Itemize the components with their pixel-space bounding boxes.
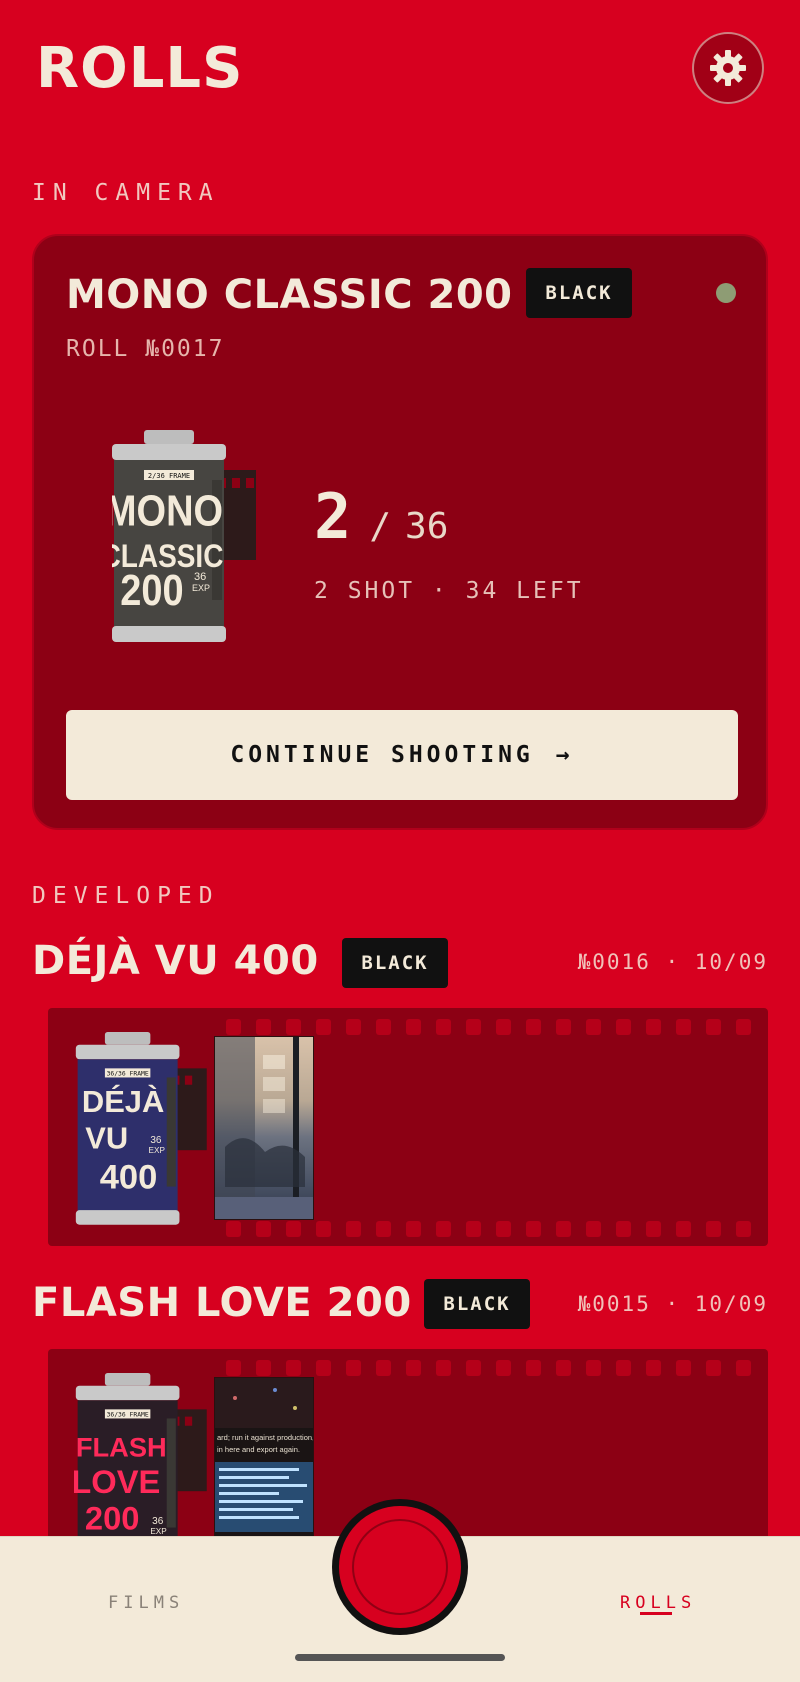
tab-rolls[interactable]: ROLLS xyxy=(620,1593,696,1613)
developed-roll-title[interactable]: DÉJÀ VU 400 xyxy=(32,938,319,984)
arrow-right-icon: → xyxy=(555,742,574,768)
shots-summary: 2 SHOT · 34 LEFT xyxy=(314,578,584,604)
page-title: ROLLS xyxy=(36,36,244,101)
canister-line-1: FLASH xyxy=(76,1432,167,1463)
film-type-badge: BLACK xyxy=(342,938,448,988)
thumb-text-2: in here and export again. xyxy=(217,1445,300,1454)
canister-line-3: 200 xyxy=(120,565,183,614)
film-name: MONO CLASSIC 200 xyxy=(66,272,513,318)
canister-exp-unit: EXP xyxy=(192,583,210,593)
canister-exp-count: 36 xyxy=(150,1135,162,1146)
photo-thumbnail[interactable]: ard; run it against production, in here … xyxy=(214,1377,314,1561)
film-type-badge: BLACK xyxy=(526,268,632,318)
home-indicator xyxy=(295,1654,505,1661)
in-camera-card: MONO CLASSIC 200 BLACK ROLL №0017 2/36 F… xyxy=(32,234,768,830)
canister-line-1: DÉJÀ xyxy=(82,1084,164,1119)
tab-films[interactable]: FILMS xyxy=(108,1593,184,1613)
status-dot xyxy=(716,283,736,303)
film-canister-icon: 2/36 FRAME MONO CLASSIC 200 36 EXP xyxy=(112,430,256,642)
film-strip[interactable]: 36/36 FRAME DÉJÀ VU 400 36 EXP xyxy=(48,1008,768,1246)
film-type-badge: BLACK xyxy=(424,1279,530,1329)
canister-exp-count: 36 xyxy=(152,1516,164,1527)
continue-shooting-label: CONTINUE SHOOTING xyxy=(230,742,534,768)
canister-frame-label: 36/36 FRAME xyxy=(107,1071,149,1078)
shot-counter: 2 / 36 xyxy=(314,480,448,553)
shutter-button[interactable] xyxy=(332,1499,468,1635)
photo-thumbnail-image: ard; run it against production, in here … xyxy=(215,1378,314,1532)
header: ROLLS xyxy=(0,0,800,150)
canister-line-3: 400 xyxy=(100,1158,158,1196)
developed-roll-meta: №0015 · 10/09 xyxy=(577,1292,768,1316)
counter-separator: / xyxy=(369,506,392,547)
settings-button[interactable] xyxy=(692,32,764,104)
gear-icon xyxy=(710,50,746,86)
shots-taken: 2 xyxy=(314,480,352,553)
photo-thumbnail[interactable] xyxy=(214,1036,314,1220)
photo-thumbnail-image xyxy=(215,1037,313,1219)
section-label-in-camera: IN CAMERA xyxy=(32,180,220,206)
shutter-ring xyxy=(352,1519,448,1615)
sprocket-row-bottom xyxy=(226,1221,756,1237)
section-label-developed: DEVELOPED xyxy=(32,883,220,909)
sprocket-row-top xyxy=(226,1360,756,1376)
continue-shooting-button[interactable]: CONTINUE SHOOTING → xyxy=(66,710,738,800)
roll-number: ROLL №0017 xyxy=(66,336,225,362)
canister-frame-label: 36/36 FRAME xyxy=(107,1412,149,1419)
canister-line-3: 200 xyxy=(85,1499,140,1536)
canister-exp-unit: EXP xyxy=(149,1146,166,1155)
canister-line-1: MONO xyxy=(112,486,223,535)
canister-line-2: LOVE xyxy=(74,1463,160,1500)
developed-roll-meta: №0016 · 10/09 xyxy=(577,950,768,974)
canister-line-2: VU xyxy=(85,1120,128,1155)
canister-exp-unit: EXP xyxy=(150,1527,167,1536)
shots-total: 36 xyxy=(405,506,449,547)
sprocket-row-top xyxy=(226,1019,756,1035)
film-canister-icon: 36/36 FRAME DÉJÀ VU 400 36 EXP xyxy=(75,1032,207,1225)
active-tab-indicator xyxy=(640,1612,672,1615)
canister-exp-count: 36 xyxy=(194,571,206,583)
canister-frame-label: 2/36 FRAME xyxy=(148,472,190,480)
developed-roll-title[interactable]: FLASH LOVE 200 xyxy=(32,1280,412,1326)
shutter-inner xyxy=(339,1506,461,1628)
thumb-text-1: ard; run it against production, xyxy=(217,1433,314,1442)
